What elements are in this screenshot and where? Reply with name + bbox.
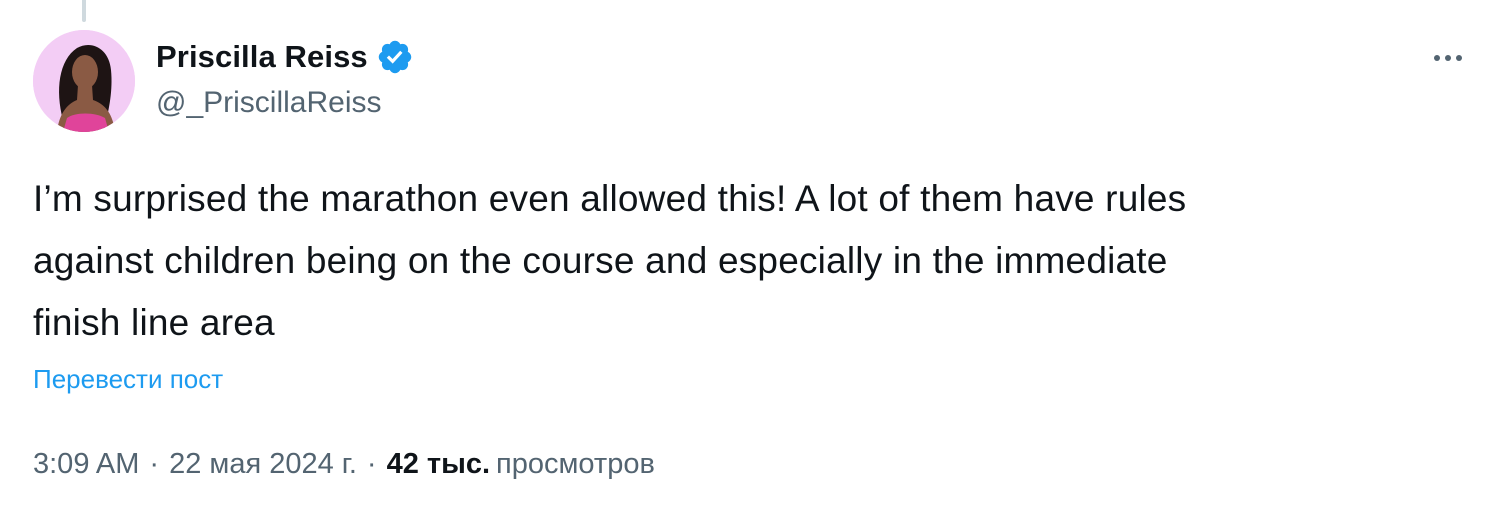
tweet-time[interactable]: 3:09 AM: [33, 448, 139, 481]
avatar[interactable]: [33, 30, 135, 132]
more-options-button[interactable]: [1426, 38, 1470, 78]
author-name-row: Priscilla Reiss: [156, 36, 414, 78]
more-horizontal-icon-dot: [1445, 55, 1451, 61]
thread-connector-line: [82, 0, 86, 22]
meta-separator: ·: [366, 448, 377, 480]
tweet-date[interactable]: 22 мая 2024 г.: [169, 448, 357, 481]
tweet-text: I’m surprised the marathon even allowed …: [33, 178, 1187, 343]
views-count[interactable]: 42 тыс.: [387, 448, 490, 481]
translate-post-link[interactable]: Перевести пост: [33, 364, 223, 395]
tweet-author: Priscilla Reiss @_PriscillaReiss: [156, 36, 414, 120]
more-horizontal-icon-dot: [1456, 55, 1462, 61]
meta-separator: ·: [149, 448, 160, 480]
tweet-metadata: 3:09 AM · 22 мая 2024 г. · 42 тыс. просм…: [33, 448, 655, 481]
profile-photo-icon: [33, 30, 135, 132]
author-display-name[interactable]: Priscilla Reiss: [156, 39, 368, 75]
verified-badge-icon[interactable]: [376, 38, 414, 76]
more-horizontal-icon: [1434, 55, 1440, 61]
views-label: просмотров: [496, 448, 655, 480]
author-handle[interactable]: @_PriscillaReiss: [156, 86, 414, 120]
